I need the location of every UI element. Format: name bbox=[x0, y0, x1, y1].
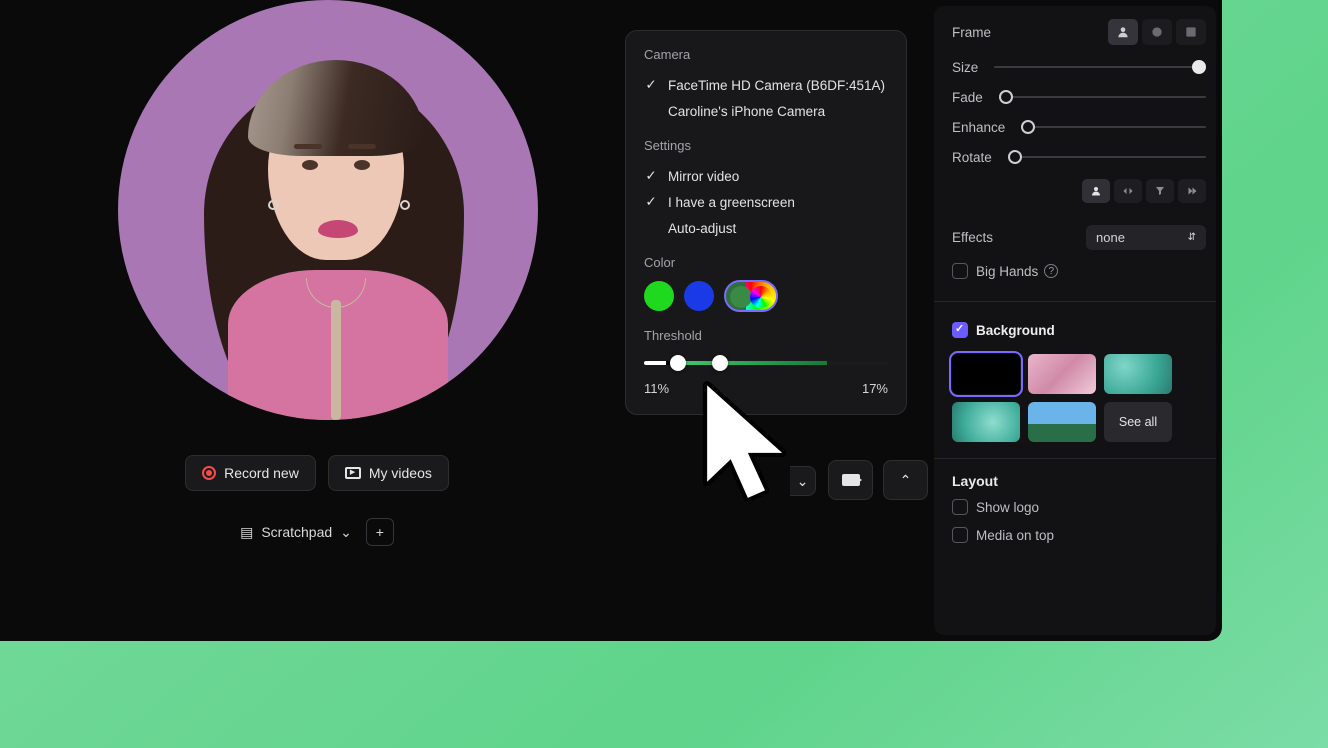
setting-label: I have a greenscreen bbox=[668, 195, 795, 210]
camera-toggle-button[interactable] bbox=[828, 460, 873, 500]
size-label: Size bbox=[952, 60, 978, 75]
divider bbox=[934, 458, 1216, 459]
show-logo-toggle[interactable]: Show logo bbox=[952, 493, 1206, 521]
checkbox-icon bbox=[952, 527, 968, 543]
flip-person-button[interactable] bbox=[1082, 179, 1110, 203]
settings-header: Settings bbox=[644, 138, 888, 153]
camera-options-button[interactable]: ⌃ bbox=[883, 460, 928, 500]
select-caret-icon: ⇵ bbox=[1188, 232, 1196, 243]
effects-value: none bbox=[1096, 230, 1125, 245]
my-videos-button[interactable]: My videos bbox=[328, 455, 449, 491]
big-hands-toggle[interactable]: Big Hands ? bbox=[952, 257, 1206, 285]
check-icon: ✓ bbox=[644, 77, 658, 93]
scratchpad-label: Scratchpad bbox=[261, 524, 332, 540]
library-icon bbox=[345, 467, 361, 479]
threshold-label: Threshold bbox=[644, 328, 888, 343]
checkbox-icon bbox=[952, 499, 968, 515]
layout-header: Layout bbox=[952, 473, 1206, 489]
see-all-label: See all bbox=[1119, 415, 1157, 429]
checkbox-icon bbox=[952, 322, 968, 338]
color-blue[interactable] bbox=[684, 281, 714, 311]
background-toggle[interactable]: Background bbox=[952, 316, 1206, 344]
big-hands-label: Big Hands bbox=[976, 264, 1038, 279]
camera-option-iphone[interactable]: ✓ Caroline's iPhone Camera bbox=[644, 98, 888, 124]
camera-header: Camera bbox=[644, 47, 888, 62]
color-label: Color bbox=[644, 255, 888, 270]
setting-label: Mirror video bbox=[668, 169, 739, 184]
color-green[interactable] bbox=[644, 281, 674, 311]
record-new-button[interactable]: Record new bbox=[185, 455, 316, 491]
presenter-avatar bbox=[118, 0, 538, 420]
threshold-slider[interactable] bbox=[644, 353, 888, 373]
effects-select[interactable]: none ⇵ bbox=[1086, 225, 1206, 250]
background-option-teal2[interactable] bbox=[952, 402, 1020, 442]
camera-option-label: FaceTime HD Camera (B6DF:451A) bbox=[668, 78, 885, 93]
slider-thumb-high[interactable] bbox=[712, 355, 728, 371]
flip-horizontal-button[interactable] bbox=[1114, 179, 1142, 203]
filter-button[interactable] bbox=[1146, 179, 1174, 203]
main-area: Camera ✓ FaceTime HD Camera (B6DF:451A) … bbox=[0, 0, 934, 641]
slider-thumb-low[interactable] bbox=[670, 355, 686, 371]
frame-shape-segmented bbox=[1108, 19, 1206, 45]
media-on-top-toggle[interactable]: Media on top bbox=[952, 521, 1206, 549]
camera-icon bbox=[842, 474, 860, 486]
background-see-all-button[interactable]: See all bbox=[1104, 402, 1172, 442]
fade-label: Fade bbox=[952, 90, 983, 105]
frame-label: Frame bbox=[952, 25, 991, 40]
properties-sidebar: Frame Size Fade Enhance Rotate bbox=[934, 6, 1216, 635]
my-videos-label: My videos bbox=[369, 465, 432, 481]
setting-label: Auto-adjust bbox=[668, 221, 736, 236]
frame-shape-circle[interactable] bbox=[1142, 19, 1172, 45]
camera-toggle-group: ⌃ bbox=[828, 460, 928, 500]
background-option-teal[interactable] bbox=[1104, 354, 1172, 394]
frame-shape-person[interactable] bbox=[1108, 19, 1138, 45]
color-swatches bbox=[644, 280, 888, 312]
app-window: Camera ✓ FaceTime HD Camera (B6DF:451A) … bbox=[0, 0, 1222, 641]
size-slider[interactable] bbox=[994, 59, 1206, 75]
setting-mirror-video[interactable]: ✓ Mirror video bbox=[644, 163, 888, 189]
divider bbox=[934, 301, 1216, 302]
enhance-label: Enhance bbox=[952, 120, 1005, 135]
setting-greenscreen[interactable]: ✓ I have a greenscreen bbox=[644, 189, 888, 215]
enhance-slider[interactable] bbox=[1021, 119, 1206, 135]
threshold-high-value: 17% bbox=[862, 381, 888, 396]
frame-shape-square[interactable] bbox=[1176, 19, 1206, 45]
background-option-pink[interactable] bbox=[1028, 354, 1096, 394]
threshold-low-value: 11% bbox=[644, 381, 669, 396]
media-on-top-label: Media on top bbox=[976, 528, 1054, 543]
record-icon bbox=[202, 466, 216, 480]
help-icon[interactable]: ? bbox=[1044, 264, 1058, 278]
bottom-toolbar: Record new My videos bbox=[0, 455, 634, 491]
background-thumbnails: See all bbox=[952, 354, 1206, 442]
check-icon: ✓ bbox=[644, 168, 658, 184]
transform-buttons bbox=[1082, 179, 1206, 203]
dropdown-caret-button[interactable]: ⌄ bbox=[790, 466, 816, 496]
fade-slider[interactable] bbox=[999, 89, 1206, 105]
color-picker-toggle[interactable] bbox=[724, 280, 778, 312]
effects-label: Effects bbox=[952, 230, 993, 245]
check-icon: ✓ bbox=[644, 194, 658, 210]
background-option-black[interactable] bbox=[952, 354, 1020, 394]
checkbox-icon bbox=[952, 263, 968, 279]
notes-icon: ▤ bbox=[240, 524, 253, 541]
camera-preview bbox=[118, 0, 538, 420]
rotate-slider[interactable] bbox=[1008, 149, 1206, 165]
forward-button[interactable] bbox=[1178, 179, 1206, 203]
camera-option-label: Caroline's iPhone Camera bbox=[668, 104, 825, 119]
camera-option-facetime[interactable]: ✓ FaceTime HD Camera (B6DF:451A) bbox=[644, 72, 888, 98]
setting-auto-adjust[interactable]: ✓ Auto-adjust bbox=[644, 215, 888, 241]
background-option-sea[interactable] bbox=[1028, 402, 1096, 442]
background-label: Background bbox=[976, 323, 1055, 338]
tabs-row: ▤ Scratchpad ⌄ + bbox=[0, 518, 634, 546]
camera-settings-popup: Camera ✓ FaceTime HD Camera (B6DF:451A) … bbox=[625, 30, 907, 415]
chevron-down-icon: ⌄ bbox=[340, 524, 352, 541]
record-label: Record new bbox=[224, 465, 299, 481]
add-tab-button[interactable]: + bbox=[366, 518, 394, 546]
scratchpad-tab[interactable]: ▤ Scratchpad ⌄ bbox=[240, 524, 352, 541]
rotate-label: Rotate bbox=[952, 150, 992, 165]
show-logo-label: Show logo bbox=[976, 500, 1039, 515]
